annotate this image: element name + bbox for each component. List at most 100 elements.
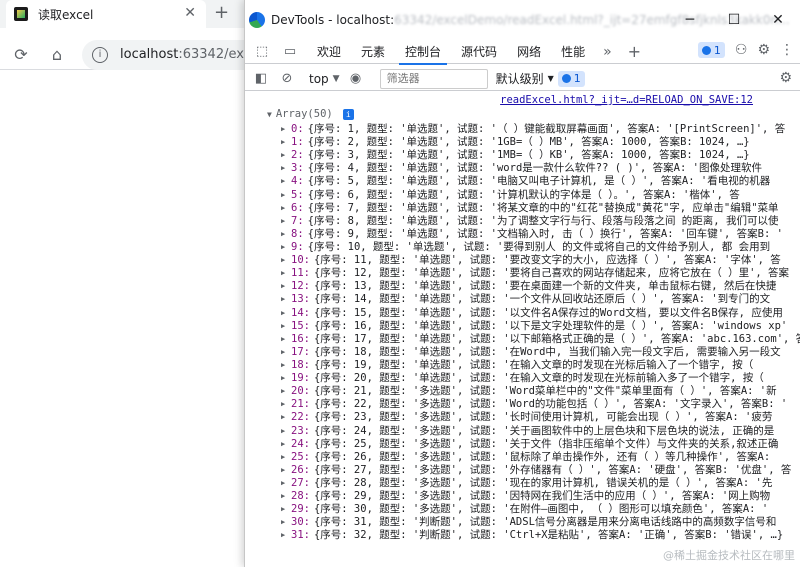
tab-console[interactable]: 控制台	[395, 40, 451, 65]
add-tab-icon[interactable]: +	[620, 42, 649, 61]
expand-right-icon[interactable]: ▶	[281, 359, 291, 372]
array-item-row[interactable]: ▶ 26: {序号: 27, 题型: '多选题', 试题: '外存储器有（ ）', …	[281, 464, 800, 477]
expand-right-icon[interactable]: ▶	[281, 293, 291, 306]
device-toggle-icon[interactable]: ▭	[279, 42, 301, 62]
tab-close-icon[interactable]: ✕	[184, 5, 196, 21]
array-item-row[interactable]: ▶ 4: {序号: 5, 题型: '单选题', 试题: '电脑又叫电子计算机, 是（…	[281, 175, 800, 188]
expand-right-icon[interactable]: ▶	[281, 175, 291, 188]
array-item-row[interactable]: ▶ 14: {序号: 15, 题型: '单选题', 试题: '以文件名A保存过的Wo…	[281, 307, 800, 320]
expand-right-icon[interactable]: ▶	[281, 438, 291, 451]
expand-right-icon[interactable]: ▶	[281, 464, 291, 477]
expand-right-icon[interactable]: ▶	[281, 425, 291, 438]
array-item-row[interactable]: ▶ 1: {序号: 2, 题型: '单选题', 试题: '1GB=（ ）MB', 答…	[281, 136, 800, 149]
array-item-row[interactable]: ▶ 20: {序号: 21, 题型: '多选题', 试题: 'Word菜单栏中的"文…	[281, 385, 800, 398]
context-selector[interactable]: top ▼	[303, 72, 346, 86]
expand-right-icon[interactable]: ▶	[281, 516, 291, 529]
array-item-row[interactable]: ▶ 23: {序号: 24, 题型: '多选题', 试题: '关于画图软件中的上层色…	[281, 425, 800, 438]
array-item-row[interactable]: ▶ 24: {序号: 25, 题型: '多选题', 试题: '关于文件（指非压缩单个…	[281, 438, 800, 451]
array-item-row[interactable]: ▶ 28: {序号: 29, 题型: '多选题', 试题: '因特网在我们生活中的应…	[281, 490, 800, 503]
array-item-row[interactable]: ▶ 13: {序号: 14, 题型: '单选题', 试题: '一个文件从回收站还原后…	[281, 293, 800, 306]
reload-icon[interactable]: ⟳	[10, 44, 32, 66]
expand-right-icon[interactable]: ▶	[281, 202, 291, 215]
array-item-row[interactable]: ▶ 11: {序号: 12, 题型: '单选题', 试题: '要将自己喜欢的网站存储…	[281, 267, 800, 280]
clear-console-icon[interactable]: ⊘	[277, 69, 297, 89]
array-item-row[interactable]: ▶ 9: {序号: 10, 题型: '单选题', 试题: '要得到别人 的文件或将自…	[281, 241, 800, 254]
site-info-icon[interactable]: i	[92, 46, 108, 63]
array-item-row[interactable]: ▶ 0: {序号: 1, 题型: '单选题', 试题: '（ ）键能截取屏幕画面',…	[281, 123, 800, 136]
expand-right-icon[interactable]: ▶	[281, 385, 291, 398]
array-item-row[interactable]: ▶ 27: {序号: 28, 题型: '多选题', 试题: '现在的家用计算机, 错…	[281, 477, 800, 490]
expand-right-icon[interactable]: ▶	[281, 307, 291, 320]
expand-right-icon[interactable]: ▶	[281, 320, 291, 333]
array-item-row[interactable]: ▶ 12: {序号: 13, 题型: '单选题', 试题: '要在桌面建一个新的文件…	[281, 280, 800, 293]
array-item-row[interactable]: ▶ 7: {序号: 8, 题型: '单选题', 试题: '为了调整文字行与行、段落与…	[281, 215, 800, 228]
minimize-button[interactable]: ─	[668, 0, 712, 40]
more-tabs-icon[interactable]: »	[595, 44, 620, 60]
new-tab-button[interactable]: +	[214, 2, 229, 23]
info-icon[interactable]: i	[342, 108, 354, 120]
maximize-button[interactable]: ☐	[712, 0, 756, 40]
array-item-row[interactable]: ▶ 25: {序号: 26, 题型: '多选题', 试题: '鼠标除了单击操作外, …	[281, 451, 800, 464]
tab-network[interactable]: 网络	[507, 40, 551, 64]
expand-right-icon[interactable]: ▶	[281, 254, 291, 267]
array-item-row[interactable]: ▶ 30: {序号: 31, 题型: '判断题', 试题: 'ADSL信号分离器是用…	[281, 516, 800, 529]
array-item-row[interactable]: ▶ 18: {序号: 19, 题型: '单选题', 试题: '在输入文章的时发现在光…	[281, 359, 800, 372]
close-window-button[interactable]: ✕	[756, 0, 800, 40]
inspect-element-icon[interactable]: ⬚	[251, 42, 273, 62]
address-bar[interactable]: i localhost :63342/excel	[82, 39, 245, 70]
expand-right-icon[interactable]: ▶	[281, 451, 291, 464]
expand-right-icon[interactable]: ▶	[281, 149, 291, 162]
tab-welcome[interactable]: 欢迎	[307, 40, 351, 64]
console-output[interactable]: readExcel.html?_ijt=…d=RELOAD_ON_SAVE:12…	[245, 94, 800, 567]
levels-issues-badge[interactable]: 1	[557, 70, 585, 87]
array-item-row[interactable]: ▶ 17: {序号: 18, 题型: '单选题', 试题: '在Word中, 当我们…	[281, 346, 800, 359]
array-item-row[interactable]: ▶ 21: {序号: 22, 题型: '多选题', 试题: 'Word的功能包括（ …	[281, 398, 800, 411]
expand-right-icon[interactable]: ▶	[281, 123, 291, 136]
expand-right-icon[interactable]: ▶	[281, 490, 291, 503]
expand-right-icon[interactable]: ▶	[281, 189, 291, 202]
issues-badge[interactable]: 1	[697, 42, 725, 58]
array-item-row[interactable]: ▶ 6: {序号: 7, 题型: '单选题', 试题: '将某文章的中的"红花"替换…	[281, 202, 800, 215]
sidebar-toggle-icon[interactable]: ◧	[251, 69, 271, 89]
home-icon[interactable]: ⌂	[46, 44, 68, 66]
array-item-row[interactable]: ▶ 2: {序号: 3, 题型: '单选题', 试题: '1MB=（ ）KB', 答…	[281, 149, 800, 162]
array-item-row[interactable]: ▶ 19: {序号: 20, 题型: '单选题', 试题: '在输入文章的时发现在光…	[281, 372, 800, 385]
tab-sources[interactable]: 源代码	[451, 40, 507, 64]
array-item-row[interactable]: ▶ 15: {序号: 16, 题型: '单选题', 试题: '以下是文字处理软件的是…	[281, 320, 800, 333]
tab-elements[interactable]: 元素	[351, 40, 395, 64]
tab-performance[interactable]: 性能	[551, 40, 595, 64]
filter-input[interactable]	[379, 68, 488, 89]
console-settings-gear-icon[interactable]: ⚙	[779, 70, 792, 86]
expand-right-icon[interactable]: ▶	[281, 372, 291, 385]
more-options-icon[interactable]: ⋮	[780, 42, 794, 58]
expand-right-icon[interactable]: ▶	[281, 411, 291, 424]
expand-right-icon[interactable]: ▶	[281, 398, 291, 411]
settings-gear-icon[interactable]: ⚙	[757, 42, 770, 58]
array-item-row[interactable]: ▶ 3: {序号: 4, 题型: '单选题', 试题: 'word是一款什么软件??…	[281, 162, 800, 175]
expand-right-icon[interactable]: ▶	[281, 280, 291, 293]
expand-right-icon[interactable]: ▶	[281, 136, 291, 149]
expand-right-icon[interactable]: ▶	[281, 503, 291, 516]
browser-tab[interactable]: 读取excel ✕	[6, 0, 206, 28]
expand-right-icon[interactable]: ▶	[281, 333, 291, 346]
array-item-row[interactable]: ▶ 8: {序号: 9, 题型: '单选题', 试题: '文档输入时, 击（ ）换行…	[281, 228, 800, 241]
expand-right-icon[interactable]: ▶	[281, 215, 291, 228]
customize-icon[interactable]: ⚇	[735, 42, 748, 58]
expand-right-icon[interactable]: ▶	[281, 241, 291, 254]
expand-right-icon[interactable]: ▶	[281, 267, 291, 280]
live-expression-eye-icon[interactable]: ◉	[346, 69, 366, 89]
expand-right-icon[interactable]: ▶	[281, 346, 291, 359]
expand-right-icon[interactable]: ▶	[281, 529, 291, 542]
expand-down-icon[interactable]: ▼	[267, 110, 272, 119]
array-item-row[interactable]: ▶ 5: {序号: 6, 题型: '单选题', 试题: '计算机默认的字体是（ ）。…	[281, 189, 800, 202]
array-item-row[interactable]: ▶ 16: {序号: 17, 题型: '单选题', 试题: '以下邮箱格式正确的是（…	[281, 333, 800, 346]
array-header[interactable]: ▼ Array(50) i	[267, 108, 354, 120]
array-item-row[interactable]: ▶ 31: {序号: 32, 题型: '判断题', 试题: 'Ctrl+X是粘贴',…	[281, 529, 800, 542]
log-levels-dropdown[interactable]: 默认级别 ▼ 1	[496, 70, 585, 87]
array-item-row[interactable]: ▶ 10: {序号: 11, 题型: '单选题', 试题: '要改变文字的大小, 应…	[281, 254, 800, 267]
expand-right-icon[interactable]: ▶	[281, 228, 291, 241]
expand-right-icon[interactable]: ▶	[281, 477, 291, 490]
array-item-row[interactable]: ▶ 22: {序号: 23, 题型: '多选题', 试题: '长时间使用计算机, 可…	[281, 411, 800, 424]
array-item-row[interactable]: ▶ 29: {序号: 30, 题型: '多选题', 试题: '在附件—画图中, （ …	[281, 503, 800, 516]
source-link[interactable]: readExcel.html?_ijt=…d=RELOAD_ON_SAVE:12	[500, 94, 753, 106]
